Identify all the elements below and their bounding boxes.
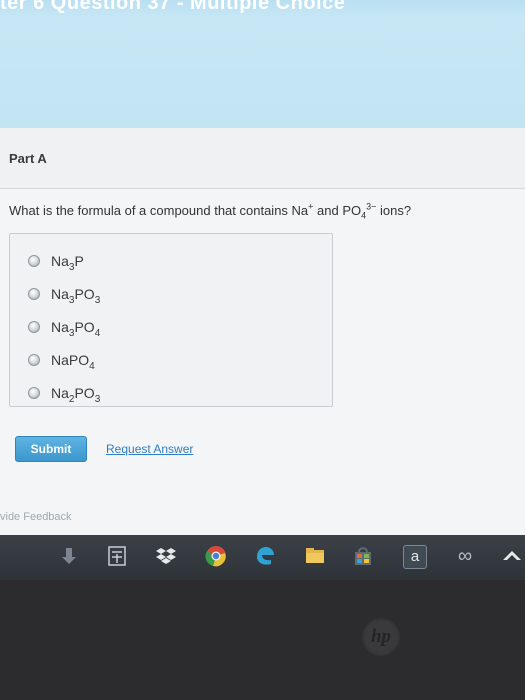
question-prefix: What is the formula of a compound that c…: [9, 203, 309, 218]
folder-icon[interactable]: [304, 545, 326, 567]
calculator-icon[interactable]: [106, 545, 128, 567]
edge-icon[interactable]: [254, 545, 276, 567]
option-4[interactable]: NaPO4: [28, 350, 95, 372]
option-1[interactable]: Na3P: [28, 251, 84, 273]
part-label: Part A: [9, 151, 47, 166]
arrow-icon[interactable]: [500, 545, 522, 567]
amazon-icon[interactable]: a: [403, 545, 427, 569]
download-icon[interactable]: [58, 545, 80, 567]
part-panel: [0, 128, 525, 189]
dropbox-icon[interactable]: [155, 545, 177, 567]
radio-button[interactable]: [28, 354, 40, 366]
store-icon[interactable]: [352, 545, 374, 567]
radio-button[interactable]: [28, 255, 40, 267]
infinity-icon[interactable]: ∞: [452, 545, 478, 567]
page-title: ter 6 Question 37 - Multiple Choice: [0, 0, 346, 14]
header-bar: ter 6 Question 37 - Multiple Choice: [0, 0, 525, 128]
option-5[interactable]: Na2PO3: [28, 383, 101, 405]
chrome-icon[interactable]: [205, 545, 227, 567]
browser-viewport: ter 6 Question 37 - Multiple Choice Part…: [0, 0, 525, 535]
submit-button[interactable]: Submit: [15, 436, 87, 462]
option-label: NaPO4: [51, 352, 95, 372]
question-text: What is the formula of a compound that c…: [9, 201, 412, 221]
hp-logo: hp: [361, 617, 401, 657]
question-middle: and PO: [313, 203, 362, 218]
option-label: Na3PO3: [51, 286, 101, 306]
radio-button[interactable]: [28, 387, 40, 399]
po-subscript: 4: [361, 210, 367, 221]
request-answer-link[interactable]: Request Answer: [106, 442, 193, 456]
question-suffix: ions?: [376, 203, 412, 218]
answer-options: Na3P Na3PO3 Na3PO4 NaPO4 Na2PO3: [9, 233, 333, 407]
provide-feedback-link[interactable]: vide Feedback: [0, 511, 72, 523]
po-charge: 3−: [366, 201, 377, 212]
radio-button[interactable]: [28, 321, 40, 333]
taskbar: a ∞: [0, 535, 525, 580]
option-label: Na3PO4: [51, 319, 101, 339]
radio-button[interactable]: [28, 288, 40, 300]
option-label: Na2PO3: [51, 385, 101, 405]
option-label: Na3P: [51, 253, 84, 273]
option-2[interactable]: Na3PO3: [28, 284, 101, 306]
option-3[interactable]: Na3PO4: [28, 317, 101, 339]
